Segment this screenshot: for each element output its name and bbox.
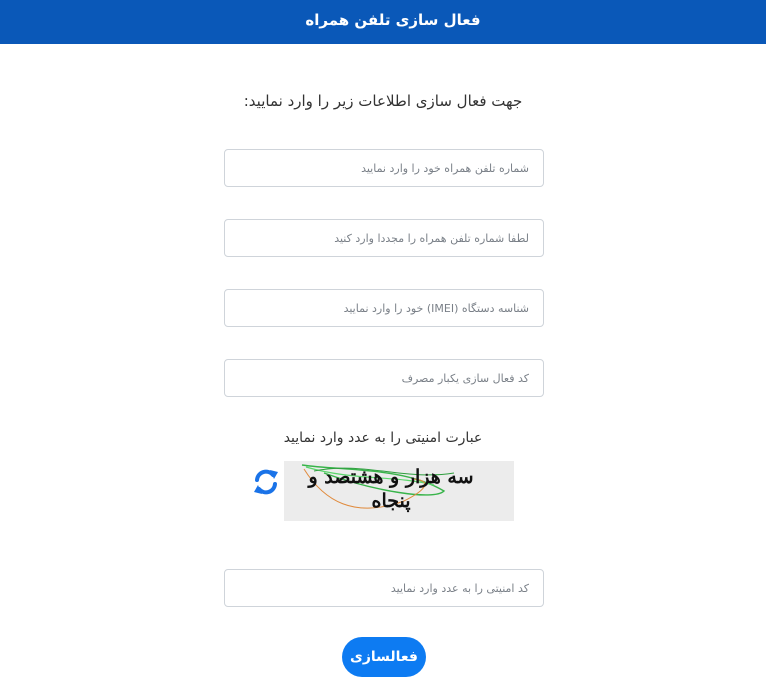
activate-button[interactable]: فعالسازی <box>342 637 426 677</box>
captcha-text: سه هزار و هشتصد و پنجاه <box>308 466 474 512</box>
phone-confirm-input[interactable] <box>224 219 544 257</box>
refresh-icon[interactable] <box>251 467 281 497</box>
phone-input[interactable] <box>224 149 544 187</box>
captcha-title: عبارت امنیتی را به عدد وارد نمایید <box>283 430 483 446</box>
intro-label: جهت فعال سازی اطلاعات زیر را وارد نمایید… <box>243 92 523 110</box>
imei-input[interactable] <box>224 289 544 327</box>
otp-input[interactable] <box>224 359 544 397</box>
captcha-input[interactable] <box>224 569 544 607</box>
header-title: فعال سازی تلفن همراه <box>305 11 481 29</box>
captcha-image: سه هزار و هشتصد و پنجاه <box>284 461 514 521</box>
page-header: فعال سازی تلفن همراه <box>0 0 766 44</box>
intro-text: جهت فعال سازی اطلاعات زیر را وارد نمایید… <box>0 92 766 110</box>
